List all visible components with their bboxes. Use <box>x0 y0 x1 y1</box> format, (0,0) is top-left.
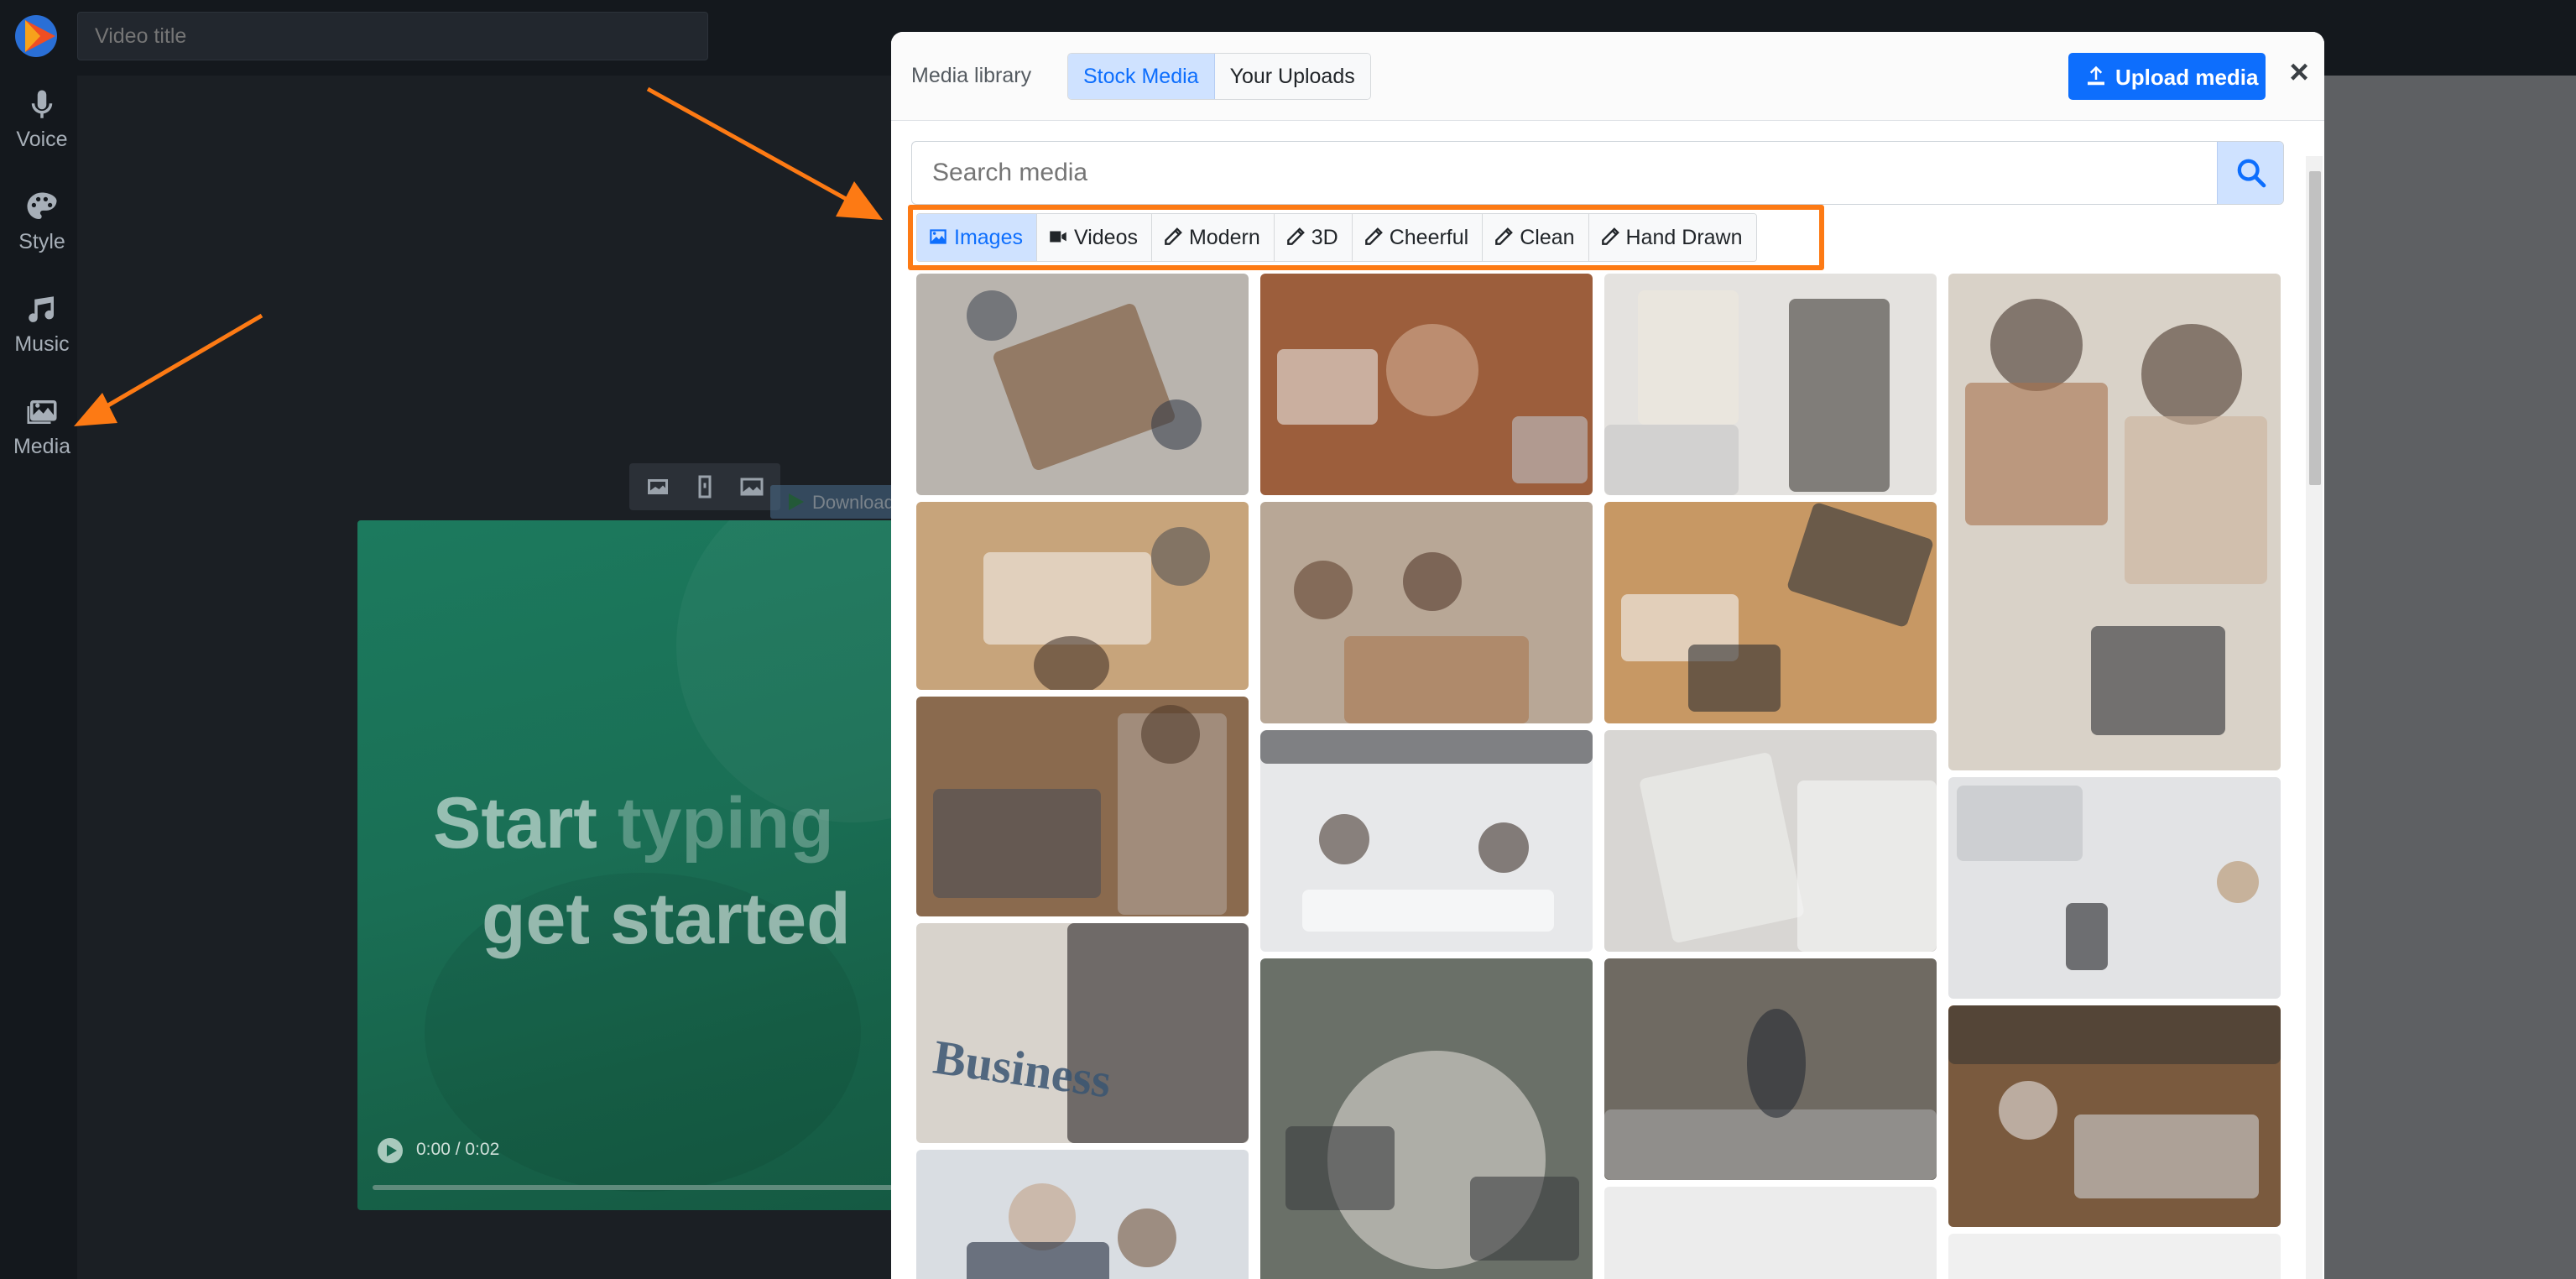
media-thumbnail[interactable] <box>1260 730 1593 952</box>
tab-stock-media[interactable]: Stock Media <box>1068 54 1215 99</box>
annotation-arrow-icon <box>74 313 263 426</box>
portrait-icon[interactable] <box>690 472 720 502</box>
media-library-modal: Media library Stock Media Your Uploads U… <box>891 32 2324 1279</box>
upload-media-button[interactable]: Upload media <box>2068 53 2266 100</box>
upload-icon <box>2088 65 2104 86</box>
media-thumbnail[interactable] <box>1604 274 1937 495</box>
media-thumbnail[interactable] <box>1260 274 1593 495</box>
media-thumbnail[interactable] <box>1948 274 2281 770</box>
sidebar-item-label: Style <box>18 230 65 253</box>
video-camera-icon <box>1050 231 1066 243</box>
image-icon <box>930 229 946 245</box>
media-type-filters: Images Videos Modern 3D Cheerful Clean H… <box>916 213 1757 262</box>
filter-hand-drawn[interactable]: Hand Drawn <box>1588 214 1756 261</box>
media-thumbnail[interactable] <box>1260 502 1593 723</box>
sidebar-item-style[interactable]: Style <box>0 190 84 282</box>
media-thumbnail[interactable]: Business <box>916 923 1249 1143</box>
modal-header: Media library Stock Media Your Uploads U… <box>891 32 2324 121</box>
app-logo-icon[interactable] <box>13 13 62 59</box>
pencil-icon <box>1286 227 1305 246</box>
search-icon <box>2237 159 2266 188</box>
filter-modern[interactable]: Modern <box>1151 214 1275 261</box>
close-icon[interactable]: × <box>2284 55 2314 89</box>
preview-headline-line-2: get started <box>482 879 851 959</box>
search-bar <box>911 141 2284 205</box>
sidebar-item-voice[interactable]: Voice <box>0 87 84 180</box>
pencil-icon <box>1364 227 1383 246</box>
timecode: 0:00 / 0:02 <box>416 1140 500 1159</box>
playback-progress-bar[interactable] <box>373 1185 893 1190</box>
media-thumbnail[interactable] <box>1260 958 1593 1279</box>
media-thumbnail[interactable] <box>916 502 1249 690</box>
media-thumbnail[interactable] <box>1604 958 1937 1180</box>
modal-backdrop[interactable] <box>2324 76 2576 1279</box>
filter-cheerful[interactable]: Cheerful <box>1352 214 1484 261</box>
upload-media-label: Upload media <box>2115 65 2259 90</box>
play-icon[interactable] <box>378 1138 403 1163</box>
filter-clean[interactable]: Clean <box>1483 214 1589 261</box>
pencil-icon <box>1601 227 1619 246</box>
media-thumbnail[interactable] <box>916 697 1249 916</box>
video-title-input[interactable] <box>77 12 708 60</box>
filter-3d[interactable]: 3D <box>1274 214 1353 261</box>
pencil-icon <box>1165 227 1182 246</box>
sidebar: Voice Style Music Media <box>0 0 77 1279</box>
source-tabs: Stock Media Your Uploads <box>1067 53 1371 100</box>
image-icon[interactable] <box>643 472 673 502</box>
media-thumbnail[interactable] <box>1948 777 2281 999</box>
media-thumbnail[interactable] <box>1604 502 1937 723</box>
modal-scrollbar-thumb[interactable] <box>2309 171 2321 485</box>
preview-decoration <box>676 520 894 822</box>
filter-images[interactable]: Images <box>917 214 1037 261</box>
modal-title: Media library <box>911 64 1032 87</box>
search-input[interactable] <box>912 142 2216 204</box>
media-thumbnail[interactable] <box>1604 730 1937 952</box>
preview-headline-line-1: Start typing <box>433 783 834 864</box>
tab-your-uploads[interactable]: Your Uploads <box>1214 54 1370 99</box>
media-grid: Business <box>916 274 2292 1279</box>
media-thumbnail[interactable] <box>916 274 1249 495</box>
annotation-arrow-icon <box>646 86 883 220</box>
microphone-icon <box>31 90 53 118</box>
sidebar-item-label: Voice <box>16 128 68 151</box>
palette-icon <box>27 192 57 219</box>
search-button[interactable] <box>2217 142 2283 204</box>
filter-videos[interactable]: Videos <box>1036 214 1152 261</box>
media-thumbnail[interactable] <box>1604 1187 1937 1279</box>
pencil-icon <box>1495 227 1514 246</box>
media-thumbnail[interactable] <box>916 1150 1249 1279</box>
media-thumbnail[interactable] <box>1948 1005 2281 1227</box>
video-preview[interactable]: Start typing get started 0:00 / 0:02 <box>357 520 894 1210</box>
landscape-image-icon[interactable] <box>737 472 767 502</box>
format-toolbar <box>629 463 780 510</box>
media-thumbnail[interactable] <box>1948 1234 2281 1279</box>
